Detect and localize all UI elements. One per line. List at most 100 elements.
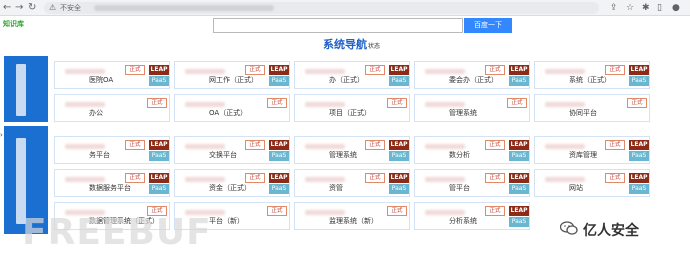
redacted-system-name: [305, 144, 345, 149]
redacted-system-name: [185, 102, 225, 107]
system-card[interactable]: 委会办（正式） 正式 LEAP PaaS: [414, 61, 530, 89]
redacted-system-name: [305, 210, 345, 215]
search-input[interactable]: [213, 18, 463, 33]
system-card[interactable]: 数据服务平台 正式 LEAP PaaS: [54, 169, 170, 197]
leap-badge: LEAP: [389, 140, 409, 150]
back-icon[interactable]: ←: [3, 2, 11, 14]
formal-badge: 正式: [365, 65, 385, 75]
redacted-system-name: [65, 177, 105, 182]
page-title: 系统导航状态: [323, 36, 380, 52]
formal-badge: 正式: [125, 173, 145, 183]
redacted-system-name: [185, 144, 225, 149]
system-card[interactable]: 数分析 正式 LEAP PaaS: [414, 136, 530, 164]
system-card-label: 务平台: [89, 151, 110, 159]
paas-badge: PaaS: [269, 184, 289, 194]
system-card[interactable]: 资库管理 正式 LEAP PaaS: [534, 136, 650, 164]
redacted-system-name: [65, 144, 105, 149]
system-card[interactable]: 项目（正式） 正式: [294, 94, 410, 122]
redacted-system-name: [185, 177, 225, 182]
formal-badge: 正式: [485, 65, 505, 75]
formal-badge: 正式: [365, 173, 385, 183]
system-card-label: 办公: [89, 109, 103, 117]
bookmark-icon[interactable]: ☆: [626, 2, 634, 14]
system-card[interactable]: 协同平台 正式: [534, 94, 650, 122]
paas-badge: PaaS: [509, 184, 529, 194]
system-card-label: 分析系统: [449, 217, 477, 225]
redacted-system-name: [305, 69, 345, 74]
reload-icon[interactable]: ↻: [28, 2, 36, 14]
not-secure-icon[interactable]: ⚠: [49, 2, 56, 14]
system-card[interactable]: 监理系统（新） 正式: [294, 202, 410, 230]
leap-badge: LEAP: [509, 206, 529, 216]
knowledge-base-link[interactable]: 知识库: [3, 19, 24, 29]
leap-badge: LEAP: [149, 173, 169, 183]
redacted-system-name: [425, 177, 465, 182]
wechat-account-name: 亿人安全: [583, 223, 639, 239]
forward-icon[interactable]: →: [15, 2, 23, 14]
paas-badge: PaaS: [509, 76, 529, 86]
search-button[interactable]: 百度一下: [464, 18, 512, 33]
formal-badge: 正式: [245, 140, 265, 150]
leap-badge: LEAP: [629, 65, 649, 75]
group-1-redacted-label: [16, 64, 26, 116]
formal-badge: 正式: [605, 140, 625, 150]
system-card[interactable]: 务平台 正式 LEAP PaaS: [54, 136, 170, 164]
system-card-label: 数据服务平台: [89, 184, 131, 192]
leap-badge: LEAP: [269, 173, 289, 183]
leap-badge: LEAP: [149, 140, 169, 150]
leap-badge: LEAP: [389, 65, 409, 75]
paas-badge: PaaS: [149, 184, 169, 194]
formal-badge: 正式: [627, 98, 647, 108]
redacted-system-name: [185, 69, 225, 74]
browser-toolbar: ← → ↻ ⚠ 不安全 ⇪ ☆ ✱ ▯ ●: [0, 0, 690, 16]
extensions-icon[interactable]: ✱: [642, 2, 650, 14]
system-card[interactable]: 系统（正式） 正式 LEAP PaaS: [534, 61, 650, 89]
leap-badge: LEAP: [509, 140, 529, 150]
share-icon[interactable]: ⇪: [610, 2, 618, 14]
page-title-suffix: 状态: [368, 43, 381, 50]
system-card[interactable]: 网站 正式 LEAP PaaS: [534, 169, 650, 197]
system-card-label: 数分析: [449, 151, 470, 159]
system-card[interactable]: 网工作（正式） 正式 LEAP PaaS: [174, 61, 290, 89]
system-card-label: 管理系统: [329, 151, 357, 159]
system-card-label: 医院OA: [89, 76, 114, 84]
formal-badge: 正式: [267, 98, 287, 108]
system-card[interactable]: OA（正式） 正式: [174, 94, 290, 122]
paas-badge: PaaS: [629, 151, 649, 161]
paas-badge: PaaS: [629, 76, 649, 86]
system-card[interactable]: 管理系统 正式: [414, 94, 530, 122]
redacted-system-name: [305, 102, 345, 107]
address-bar[interactable]: ⚠ 不安全: [44, 2, 599, 14]
redacted-system-name: [425, 69, 465, 74]
formal-badge: 正式: [387, 206, 407, 216]
system-card[interactable]: 医院OA 正式 LEAP PaaS: [54, 61, 170, 89]
system-card-label: 管平台: [449, 184, 470, 192]
system-card[interactable]: 办公 正式: [54, 94, 170, 122]
paas-badge: PaaS: [509, 151, 529, 161]
system-card[interactable]: 资金（正式） 正式 LEAP PaaS: [174, 169, 290, 197]
redacted-system-name: [305, 177, 345, 182]
paas-badge: PaaS: [269, 151, 289, 161]
profile-icon[interactable]: ●: [672, 2, 680, 14]
system-card[interactable]: 交换平台 正式 LEAP PaaS: [174, 136, 290, 164]
sidebar-icon[interactable]: ▯: [657, 2, 662, 14]
redacted-system-name: [425, 144, 465, 149]
formal-badge: 正式: [147, 98, 167, 108]
paas-badge: PaaS: [509, 217, 529, 227]
leap-badge: LEAP: [269, 140, 289, 150]
wechat-icon: [560, 221, 578, 235]
formal-badge: 正式: [125, 65, 145, 75]
system-card[interactable]: 资管 正式 LEAP PaaS: [294, 169, 410, 197]
paas-badge: PaaS: [149, 76, 169, 86]
formal-badge: 正式: [365, 140, 385, 150]
collapse-arrow-icon[interactable]: ›: [0, 131, 3, 139]
system-card[interactable]: 管理系统 正式 LEAP PaaS: [294, 136, 410, 164]
system-card-label: 项目（正式）: [329, 109, 371, 117]
paas-badge: PaaS: [149, 151, 169, 161]
system-card[interactable]: 分析系统 正式 LEAP PaaS: [414, 202, 530, 230]
system-card-label: 网工作（正式）: [209, 76, 258, 84]
system-card[interactable]: 办（正式） 正式 LEAP PaaS: [294, 61, 410, 89]
system-card[interactable]: 管平台 正式 LEAP PaaS: [414, 169, 530, 197]
formal-badge: 正式: [485, 173, 505, 183]
formal-badge: 正式: [267, 206, 287, 216]
